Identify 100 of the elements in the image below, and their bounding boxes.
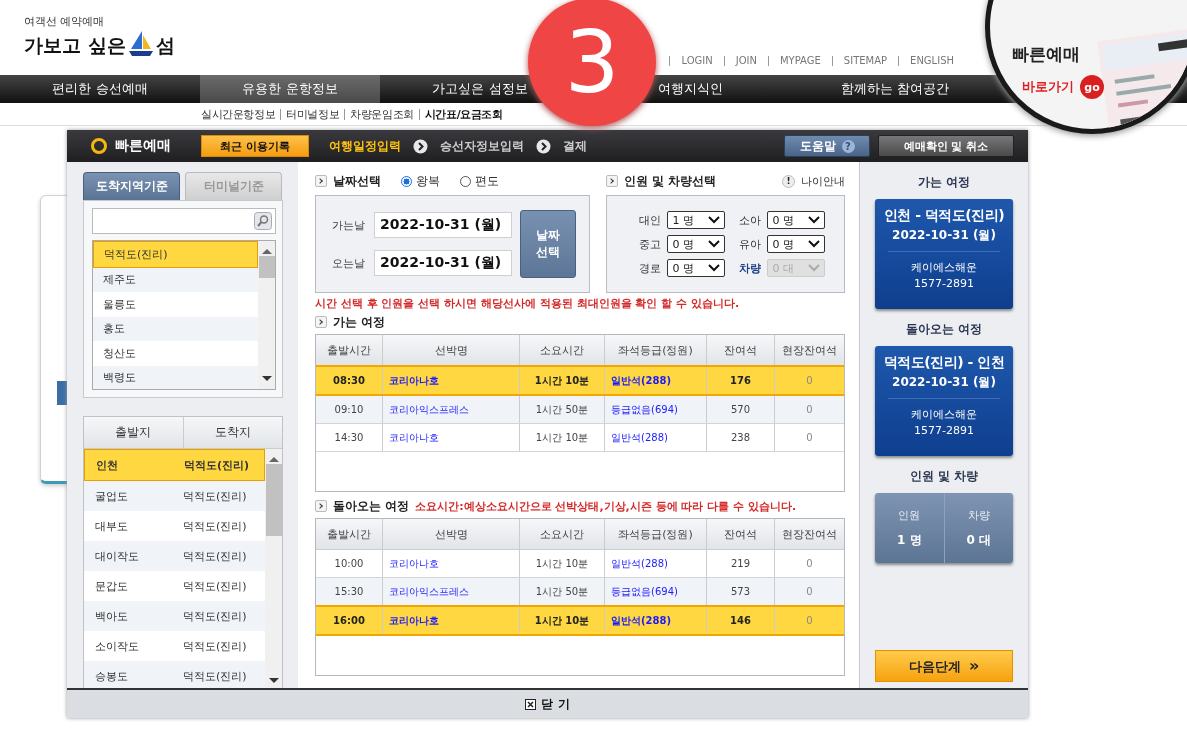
chevron-right-icon	[536, 138, 551, 154]
close-button[interactable]: 닫 기	[525, 695, 570, 713]
top-link[interactable]: MYPAGE	[767, 56, 832, 66]
field-label: 가는날	[332, 217, 366, 233]
company-text: 케이에스해운	[911, 407, 977, 423]
section-heading: 돌아오는 여정	[333, 497, 410, 515]
dropdown[interactable]: 0 명	[767, 235, 826, 253]
date-field[interactable]: 2022-10-31 (월)	[374, 250, 512, 276]
departure-text: 문갑도	[94, 578, 129, 594]
recent-history-button[interactable]: 최근 이용기록	[201, 135, 309, 157]
table-cell: 1시간 10분	[519, 606, 605, 635]
field-label: 유아	[739, 236, 762, 252]
date-select-button[interactable]: 날짜 선택	[520, 210, 576, 278]
table-row[interactable]: 09:10 코리아익스프레스 1시간 50분 등급없음(694) 570 0	[316, 395, 844, 424]
departure-text: 소이작도	[94, 638, 140, 654]
phone-text: 1577-2891	[914, 276, 974, 292]
chevron-down-icon[interactable]	[708, 216, 721, 224]
table-cell: 코리아나호	[382, 549, 520, 578]
table-cell: 1시간 10분	[519, 423, 605, 452]
section-heading: 인원 및 차량선택	[623, 172, 717, 190]
top-link[interactable]: LOGIN	[669, 56, 724, 66]
go-button[interactable]: go	[1080, 75, 1104, 99]
dropdown[interactable]: 0 명	[767, 211, 826, 229]
route-row[interactable]: 굴업도 덕적도(진리)	[84, 481, 265, 511]
table-cell: 일반석(288)	[604, 423, 707, 452]
close-icon[interactable]	[525, 698, 537, 710]
route-row[interactable]: 문갑도 덕적도(진리)	[84, 571, 265, 601]
chevron-down-icon[interactable]	[808, 216, 821, 224]
region-list-item[interactable]: 홍도	[93, 316, 258, 341]
table-row[interactable]: 15:30 코리아익스프레스 1시간 50분 등급없음(694) 573 0	[316, 577, 844, 606]
date-text: 2022-10-31 (월)	[892, 227, 996, 244]
region-list-item[interactable]: 백령도	[93, 365, 258, 389]
table-cell: 일반석(288)	[604, 549, 707, 578]
route-row[interactable]: 대부도 덕적도(진리)	[84, 511, 265, 541]
next-step-button[interactable]: 다음단계 »	[875, 650, 1013, 682]
table-cell: 238	[706, 423, 775, 452]
radio-button[interactable]: 왕복	[401, 172, 440, 190]
nav-menu-item[interactable]: 가고싶은 섬정보	[432, 80, 528, 98]
search-field[interactable]	[92, 208, 276, 234]
step-label: 승선자정보입력	[440, 137, 524, 155]
region-list-item[interactable]: 덕적도(진리)	[93, 241, 258, 268]
table-row[interactable]: 10:00 코리아나호 1시간 10분 일반석(288) 219 0	[316, 549, 844, 578]
booking-check-button[interactable]: 예매확인 및 취소	[878, 135, 1014, 157]
chevron-down-icon[interactable]	[708, 240, 721, 248]
arrival-text: 덕적도(진리)	[183, 668, 248, 684]
age-info-link[interactable]: 나이안내	[801, 173, 845, 189]
dropdown[interactable]: 0 명	[667, 259, 726, 277]
submenu-link[interactable]: 시간표/요금조회	[418, 108, 508, 120]
chevron-icon	[315, 316, 327, 328]
nav-menu-item[interactable]: 함께하는 참여공간	[840, 80, 950, 98]
top-link[interactable]: ENGLISH	[898, 56, 965, 66]
route-row[interactable]: 소이작도 덕적도(진리)	[84, 631, 265, 661]
help-button[interactable]: 도움말 ?	[784, 135, 870, 157]
table-row[interactable]: 08:30 코리아나호 1시간 10분 일반석(288) 176 0	[316, 366, 844, 395]
table-cell: 219	[706, 549, 775, 578]
departure-text: 굴업도	[94, 488, 129, 504]
route-row[interactable]: 대이작도 덕적도(진리)	[84, 541, 265, 571]
column-header: 잔여석	[706, 335, 775, 366]
table-cell: 1시간 10분	[519, 366, 605, 395]
route-row[interactable]: 승봉도 덕적도(진리)	[84, 661, 265, 691]
arrival-text: 덕적도(진리)	[183, 608, 248, 624]
route-text: 덕적도(진리) - 인천	[883, 354, 1005, 372]
dropdown[interactable]: 0 명	[667, 235, 726, 253]
column-header: 현장잔여석	[774, 335, 844, 366]
tab[interactable]: 도착지역기준	[83, 172, 180, 200]
route-row[interactable]: 인천 덕적도(진리)	[84, 449, 265, 481]
arrival-text: 덕적도(진리)	[183, 638, 248, 654]
table-row[interactable]: 14:30 코리아나호 1시간 10분 일반석(288) 238 0	[316, 423, 844, 452]
nav-menu-item[interactable]: 여행지식인	[657, 80, 723, 98]
table-row[interactable]: 16:00 코리아나호 1시간 10분 일반석(288) 146 0	[316, 606, 844, 635]
search-icon[interactable]	[254, 212, 272, 230]
nav-menu-item[interactable]: 유용한 운항정보	[200, 75, 380, 103]
date-field[interactable]: 2022-10-31 (월)	[374, 212, 512, 238]
quick-booking-badge[interactable]: 빠른예매 바로가기 go	[985, 0, 1187, 134]
route-row[interactable]: 백아도 덕적도(진리)	[84, 601, 265, 631]
dropdown[interactable]: 1 명	[667, 211, 726, 229]
top-link[interactable]: SITEMAP	[831, 56, 899, 66]
dialog-title: 빠른예매	[115, 137, 171, 155]
badge-link[interactable]: 바로가기	[1022, 78, 1074, 96]
scrollbar[interactable]	[258, 241, 275, 389]
submenu-link[interactable]: 터미널정보	[280, 108, 345, 120]
submenu-link[interactable]: 차량운임조회	[344, 108, 419, 120]
phone-text: 1577-2891	[914, 423, 974, 439]
step-label: 여행일정입력	[329, 137, 401, 155]
table-cell: 일반석(288)	[604, 606, 707, 635]
arrival-text: 덕적도(진리)	[183, 578, 248, 594]
region-list-item[interactable]: 제주도	[93, 267, 258, 292]
arrival-text: 덕적도(진리)	[183, 488, 248, 504]
column-header: 선박명	[382, 335, 520, 366]
chevron-down-icon[interactable]	[708, 264, 721, 272]
chevron-down-icon[interactable]	[808, 240, 821, 248]
radio-button[interactable]: 편도	[460, 172, 499, 190]
arrival-text: 덕적도(진리)	[183, 548, 248, 564]
submenu-link[interactable]: 실시간운항정보	[196, 108, 281, 120]
chevron-icon	[315, 500, 327, 512]
table-cell: 0	[774, 366, 844, 395]
scrollbar[interactable]	[265, 449, 282, 691]
table-cell: 14:30	[316, 423, 383, 452]
nav-menu-item[interactable]: 편리한 승선예매	[52, 80, 148, 98]
top-link[interactable]: JOIN	[723, 56, 768, 66]
